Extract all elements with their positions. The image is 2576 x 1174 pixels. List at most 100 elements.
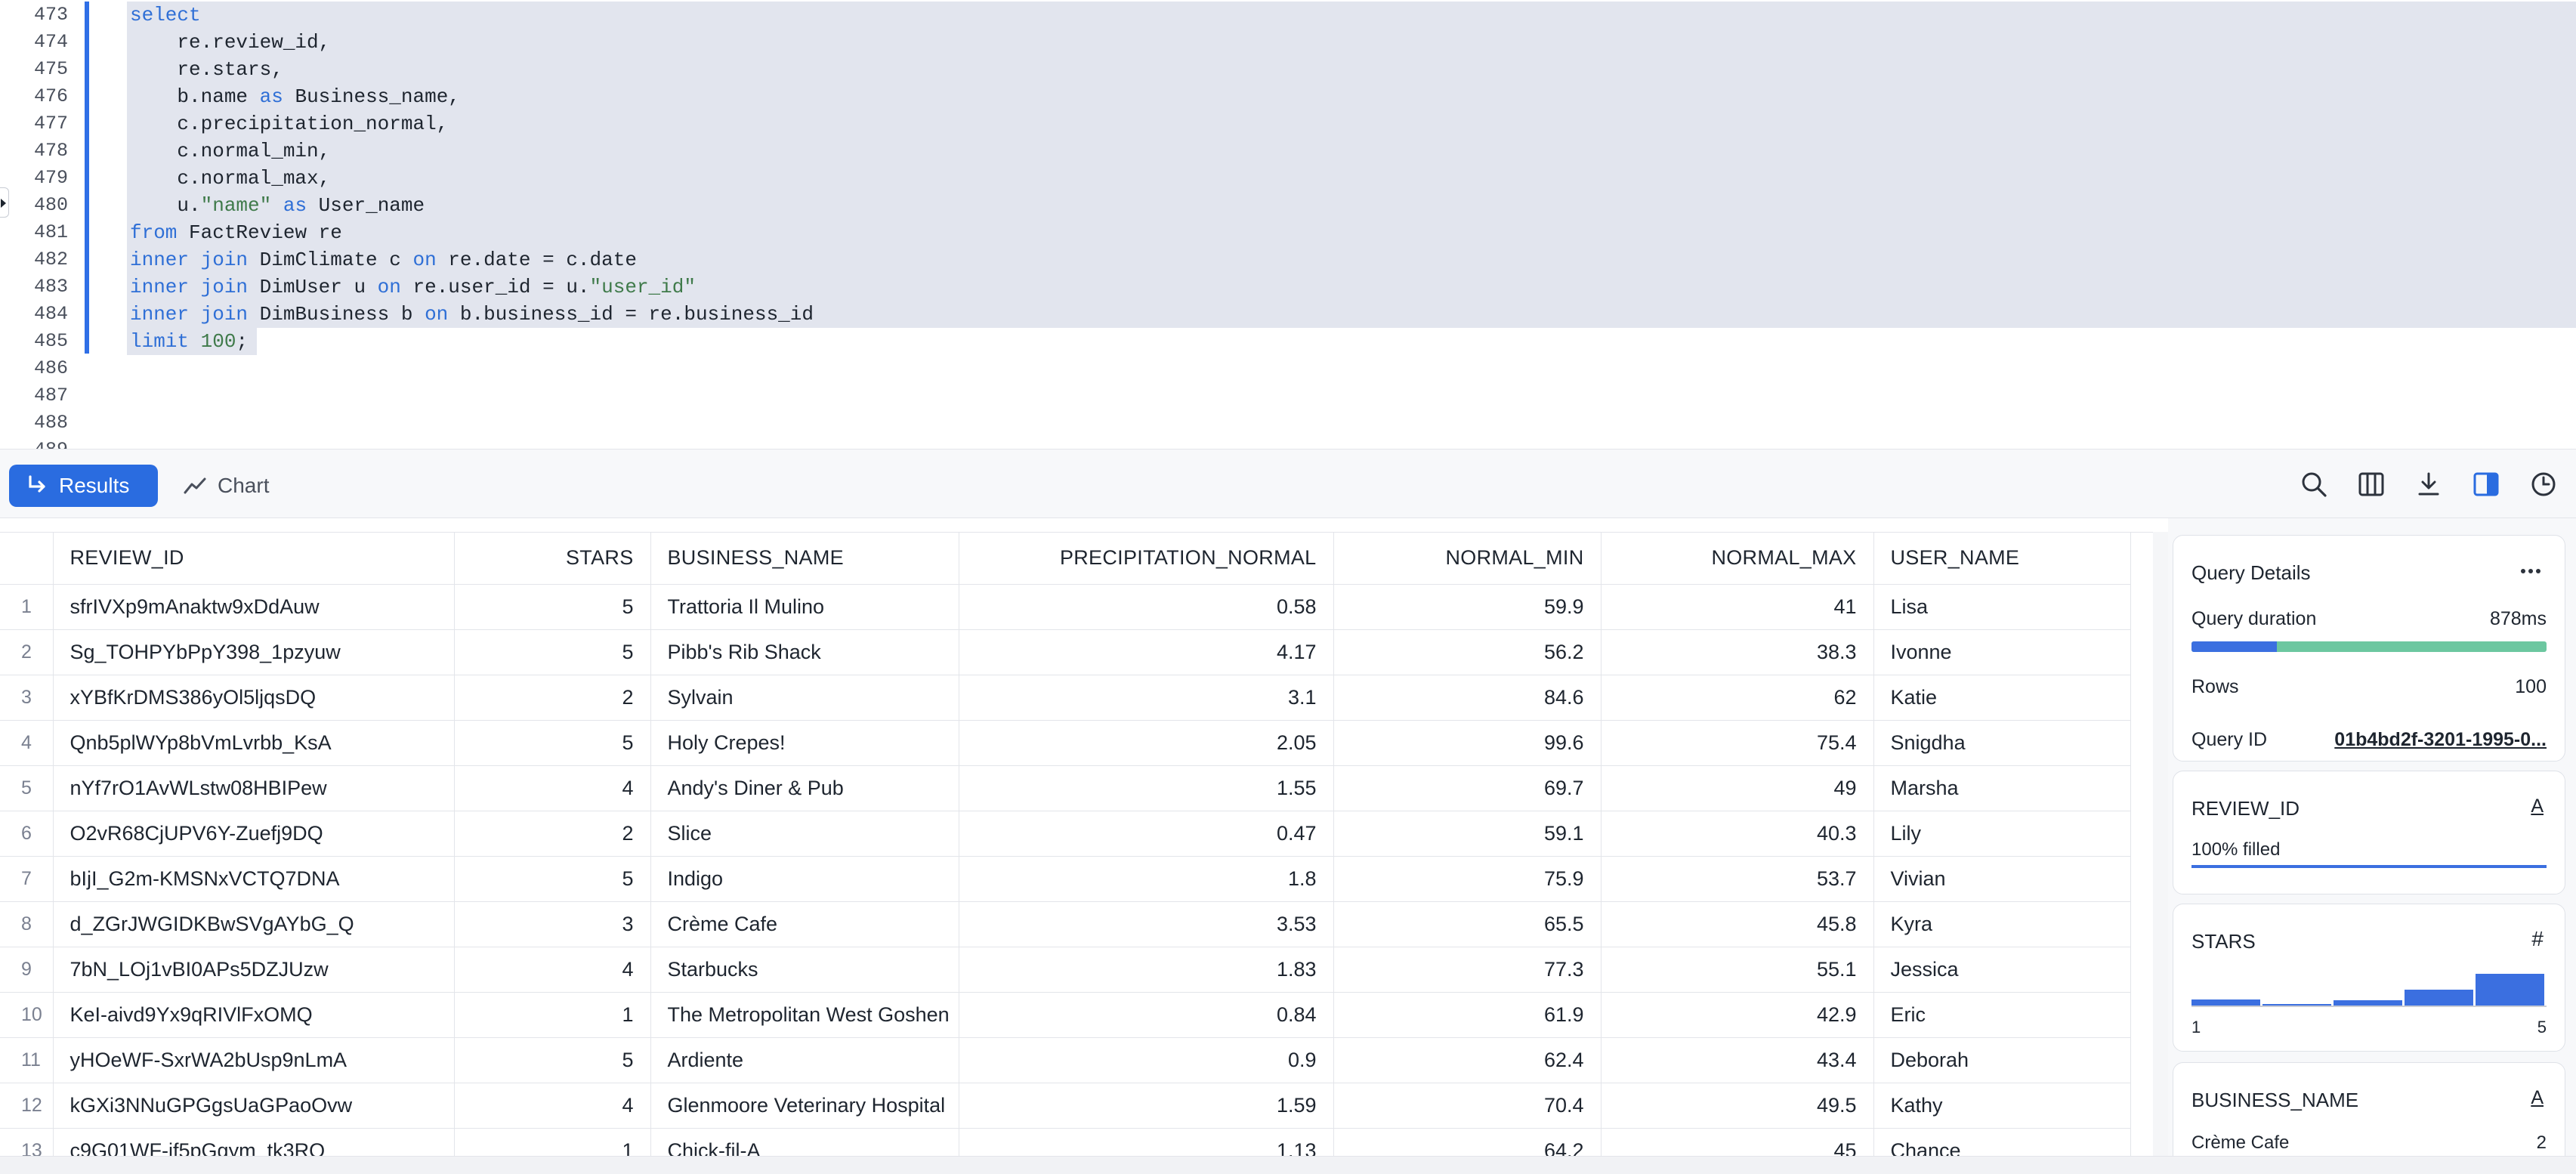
table-cell[interactable]: Trattoria Il Mulino: [650, 584, 959, 630]
table-cell[interactable]: 2: [454, 811, 651, 857]
table-cell[interactable]: Deborah: [1873, 1037, 2131, 1083]
table-cell[interactable]: 41: [1601, 584, 1874, 630]
stars-stats-card[interactable]: STARS # 1 5: [2173, 904, 2565, 1052]
columns-icon[interactable]: [2355, 466, 2387, 502]
table-cell[interactable]: 84.6: [1333, 675, 1602, 721]
table-row[interactable]: 2 Sg_TOHPYbPpY398_1pzyuw 5 Pibb's Rib Shack…: [0, 629, 2131, 675]
table-cell[interactable]: Sg_TOHPYbPpY398_1pzyuw: [53, 629, 455, 675]
table-cell[interactable]: sfrIVXp9mAnaktw9xDdAuw: [53, 584, 455, 630]
more-horizontal-icon[interactable]: [2519, 560, 2542, 586]
table-cell[interactable]: yHOeWF-SxrWA2bUsp9nLmA: [53, 1037, 455, 1083]
table-cell[interactable]: 49.5: [1601, 1083, 1874, 1129]
column-header-user-name[interactable]: USER_NAME: [1873, 533, 2131, 585]
table-cell[interactable]: 4: [454, 947, 651, 993]
sql-editor[interactable]: 473 474 475 476 477 478 479 480 481 482 483 484 485 4…: [0, 0, 2576, 449]
table-cell[interactable]: 42.9: [1601, 992, 1874, 1038]
column-header-business-name[interactable]: BUSINESS_NAME: [650, 533, 959, 585]
table-cell[interactable]: 5: [454, 584, 651, 630]
column-header-precipitation-normal[interactable]: PRECIPITATION_NORMAL: [959, 533, 1334, 585]
table-cell[interactable]: 61.9: [1333, 992, 1602, 1038]
table-cell[interactable]: 0.47: [959, 811, 1334, 857]
table-cell[interactable]: 5: [454, 1037, 651, 1083]
table-cell[interactable]: Eric: [1873, 992, 2131, 1038]
table-cell[interactable]: 2.05: [959, 720, 1334, 766]
table-cell[interactable]: 65.5: [1333, 901, 1602, 947]
table-cell[interactable]: 3.1: [959, 675, 1334, 721]
table-cell[interactable]: Slice: [650, 811, 959, 857]
table-cell[interactable]: Pibb's Rib Shack: [650, 629, 959, 675]
table-cell[interactable]: 43.4: [1601, 1037, 1874, 1083]
table-cell[interactable]: 62.4: [1333, 1037, 1602, 1083]
table-cell[interactable]: 1.83: [959, 947, 1334, 993]
table-cell[interactable]: 77.3: [1333, 947, 1602, 993]
table-cell[interactable]: 1.55: [959, 765, 1334, 811]
table-cell[interactable]: 0.84: [959, 992, 1334, 1038]
table-row[interactable]: 5 nYf7rO1AvWLstw08HBIPew 4 Andy's Diner & P…: [0, 765, 2131, 811]
table-cell[interactable]: Sylvain: [650, 675, 959, 721]
table-cell[interactable]: 75.9: [1333, 856, 1602, 902]
table-cell[interactable]: 3: [454, 901, 651, 947]
horizontal-scrollbar[interactable]: [0, 1156, 2576, 1174]
table-cell[interactable]: 59.1: [1333, 811, 1602, 857]
history-icon[interactable]: [2528, 466, 2559, 502]
table-cell[interactable]: 4: [454, 765, 651, 811]
table-cell[interactable]: 5: [454, 856, 651, 902]
side-panel-icon[interactable]: [2470, 466, 2502, 502]
table-cell[interactable]: 4.17: [959, 629, 1334, 675]
table-cell[interactable]: 45.8: [1601, 901, 1874, 947]
table-cell[interactable]: Ardiente: [650, 1037, 959, 1083]
table-cell[interactable]: 1.8: [959, 856, 1334, 902]
table-cell[interactable]: 7bN_LOj1vBI0APs5DZJUzw: [53, 947, 455, 993]
table-cell[interactable]: 49: [1601, 765, 1874, 811]
table-row[interactable]: 1 sfrIVXp9mAnaktw9xDdAuw 5 Trattoria Il Mul…: [0, 584, 2131, 630]
table-cell[interactable]: Crème Cafe: [650, 901, 959, 947]
chart-tab-button[interactable]: Chart: [183, 465, 269, 507]
table-cell[interactable]: 69.7: [1333, 765, 1602, 811]
table-cell[interactable]: KeI-aivd9Yx9qRIVlFxOMQ: [53, 992, 455, 1038]
review-id-stats-card[interactable]: REVIEW_ID A 100% filled: [2173, 771, 2565, 894]
download-icon[interactable]: [2413, 466, 2445, 502]
table-cell[interactable]: Starbucks: [650, 947, 959, 993]
search-icon[interactable]: [2298, 466, 2330, 502]
table-row[interactable]: 11 yHOeWF-SxrWA2bUsp9nLmA 5 Ardiente 0.9 62.4…: [0, 1037, 2131, 1083]
table-row[interactable]: 6 O2vR68CjUPV6Y-Zuefj9DQ 2 Slice 0.47 59.1 40.…: [0, 811, 2131, 857]
query-id-link[interactable]: 01b4bd2f-3201-1995-0...: [2334, 729, 2547, 751]
table-cell[interactable]: Kathy: [1873, 1083, 2131, 1129]
table-cell[interactable]: 53.7: [1601, 856, 1874, 902]
table-cell[interactable]: 56.2: [1333, 629, 1602, 675]
table-cell[interactable]: Lily: [1873, 811, 2131, 857]
code-lines[interactable]: select re.review_id, re.stars, b.name as…: [130, 2, 814, 355]
expand-sidebar-handle[interactable]: [0, 187, 9, 218]
table-cell[interactable]: d_ZGrJWGIDKBwSVgAYbG_Q: [53, 901, 455, 947]
table-cell[interactable]: 55.1: [1601, 947, 1874, 993]
table-cell[interactable]: Katie: [1873, 675, 2131, 721]
table-cell[interactable]: 59.9: [1333, 584, 1602, 630]
table-cell[interactable]: 5: [454, 720, 651, 766]
table-cell[interactable]: Qnb5plWYp8bVmLvrbb_KsA: [53, 720, 455, 766]
table-row[interactable]: 3 xYBfKrDMS386yOl5ljqsDQ 2 Sylvain 3.1 84.6 62…: [0, 675, 2131, 721]
table-cell[interactable]: Kyra: [1873, 901, 2131, 947]
table-cell[interactable]: 99.6: [1333, 720, 1602, 766]
results-table[interactable]: REVIEW_ID STARS BUSINESS_NAME PRECIPITAT…: [0, 532, 2153, 1163]
table-cell[interactable]: 1.59: [959, 1083, 1334, 1129]
table-cell[interactable]: Vivian: [1873, 856, 2131, 902]
column-header-review-id[interactable]: REVIEW_ID: [53, 533, 455, 585]
table-cell[interactable]: 1: [454, 992, 651, 1038]
column-header-stars[interactable]: STARS: [454, 533, 651, 585]
table-cell[interactable]: 0.58: [959, 584, 1334, 630]
table-row[interactable]: 7 bIjI_G2m-KMSNxVCTQ7DNA 5 Indigo 1.8 75.9 53.…: [0, 856, 2131, 902]
table-cell[interactable]: bIjI_G2m-KMSNxVCTQ7DNA: [53, 856, 455, 902]
table-cell[interactable]: O2vR68CjUPV6Y-Zuefj9DQ: [53, 811, 455, 857]
column-header-normal-min[interactable]: NORMAL_MIN: [1333, 533, 1602, 585]
table-cell[interactable]: Marsha: [1873, 765, 2131, 811]
table-row[interactable]: 4 Qnb5plWYp8bVmLvrbb_KsA 5 Holy Crepes! 2.05…: [0, 720, 2131, 766]
table-cell[interactable]: kGXi3NNuGPGgsUaGPaoOvw: [53, 1083, 455, 1129]
table-row[interactable]: 8 d_ZGrJWGIDKBwSVgAYbG_Q 3 Crème Cafe 3.53 65…: [0, 901, 2131, 947]
table-cell[interactable]: 40.3: [1601, 811, 1874, 857]
table-row[interactable]: 12 kGXi3NNuGPGgsUaGPaoOvw 4 Glenmoore Veter…: [0, 1083, 2131, 1129]
table-cell[interactable]: Andy's Diner & Pub: [650, 765, 959, 811]
table-cell[interactable]: 4: [454, 1083, 651, 1129]
table-cell[interactable]: 3.53: [959, 901, 1334, 947]
table-cell[interactable]: Indigo: [650, 856, 959, 902]
results-tab-button[interactable]: Results: [9, 465, 158, 507]
